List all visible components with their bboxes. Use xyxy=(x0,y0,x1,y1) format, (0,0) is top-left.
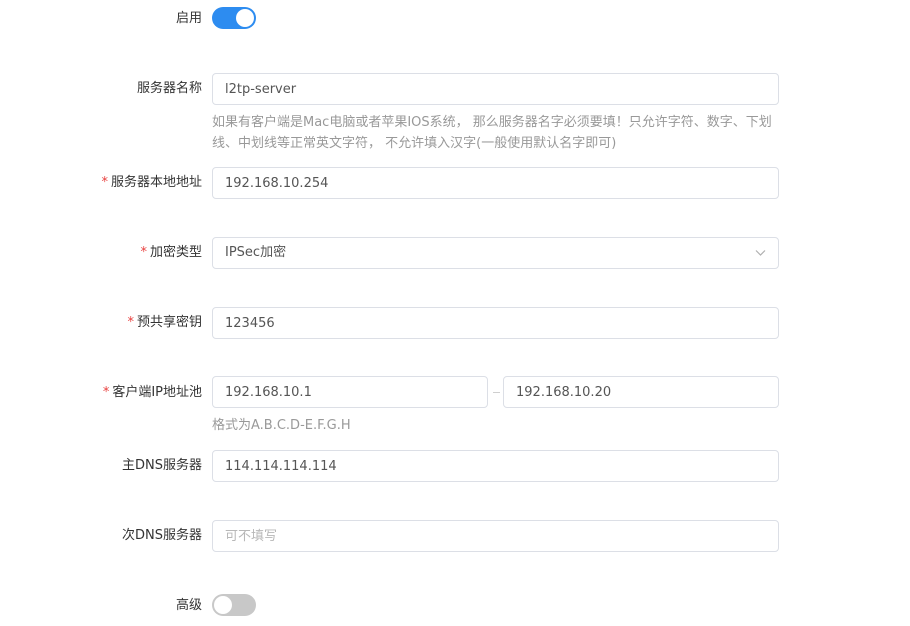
server-name-label-text: 服务器名称 xyxy=(136,81,202,96)
client-pool-end-input[interactable] xyxy=(503,376,779,408)
client-pool-label: * 客户端IP地址池 xyxy=(103,384,202,402)
advanced-label: 高级 xyxy=(176,597,202,615)
local-address-input[interactable] xyxy=(212,167,779,199)
psk-label: * 预共享密钥 xyxy=(127,314,202,332)
required-mark: * xyxy=(127,315,134,330)
encryption-selected-value: IPSec加密 xyxy=(225,245,287,260)
secondary-dns-label: 次DNS服务器 xyxy=(122,527,202,545)
required-mark: * xyxy=(101,175,108,190)
advanced-toggle-knob xyxy=(214,596,232,614)
primary-dns-label: 主DNS服务器 xyxy=(122,457,202,475)
local-address-label: * 服务器本地地址 xyxy=(101,174,202,192)
psk-input[interactable] xyxy=(212,307,779,339)
psk-label-text: 预共享密钥 xyxy=(136,315,202,330)
secondary-dns-label-text: 次DNS服务器 xyxy=(122,528,202,543)
secondary-dns-input[interactable] xyxy=(212,520,779,552)
encryption-select[interactable]: IPSec加密 xyxy=(212,237,779,269)
enable-label: 启用 xyxy=(176,10,202,28)
range-separator xyxy=(493,392,500,393)
server-name-label: 服务器名称 xyxy=(137,80,202,98)
advanced-toggle[interactable] xyxy=(212,594,256,616)
enable-toggle-knob xyxy=(236,9,254,27)
primary-dns-label-text: 主DNS服务器 xyxy=(122,458,202,473)
server-name-hint: 如果有客户端是Mac电脑或者苹果IOS系统， 那么服务器名字必须要填！只允许字符… xyxy=(212,115,772,151)
primary-dns-input[interactable] xyxy=(212,450,779,482)
enable-toggle[interactable] xyxy=(212,7,256,29)
server-name-input[interactable] xyxy=(212,73,779,105)
client-pool-label-text: 客户端IP地址池 xyxy=(112,385,202,400)
client-pool-start-input[interactable] xyxy=(212,376,488,408)
enable-label-text: 启用 xyxy=(175,11,202,26)
client-pool-hint: 格式为A.B.C.D-E.F.G.H xyxy=(212,418,351,433)
encryption-label-text: 加密类型 xyxy=(149,245,202,260)
required-mark: * xyxy=(102,385,110,400)
local-address-label-text: 服务器本地地址 xyxy=(110,175,202,190)
chevron-down-icon xyxy=(755,250,766,256)
required-mark: * xyxy=(140,245,147,260)
advanced-label-text: 高级 xyxy=(175,598,202,613)
encryption-label: * 加密类型 xyxy=(140,244,202,262)
